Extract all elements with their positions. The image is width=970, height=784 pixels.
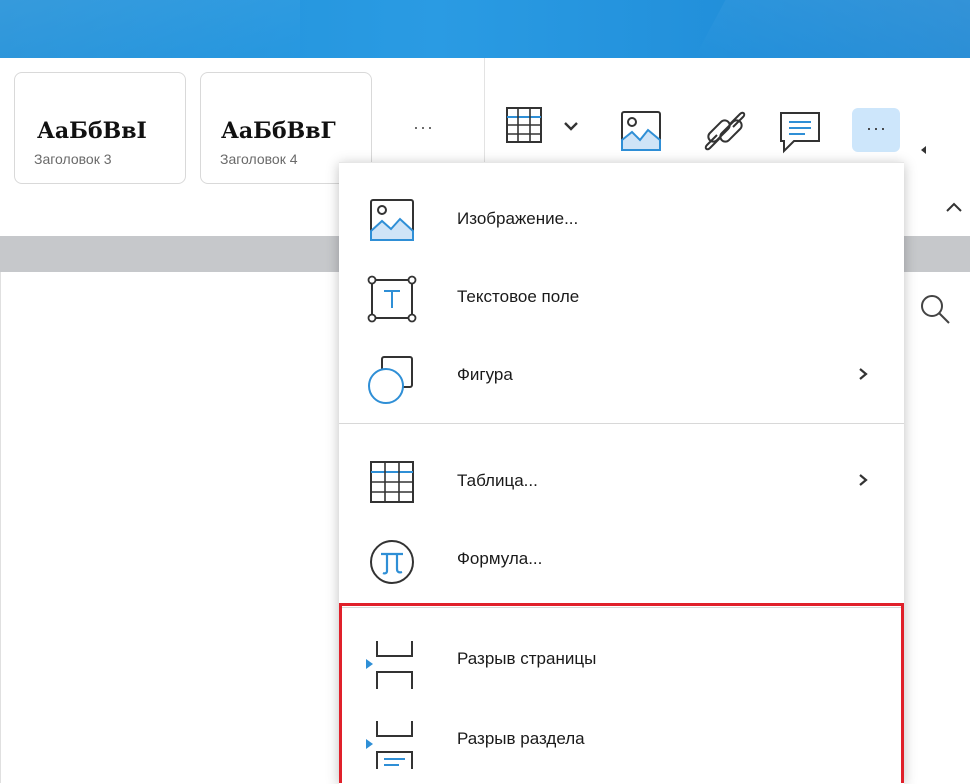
comment-icon[interactable] [778, 110, 822, 159]
image-icon [366, 197, 420, 245]
menu-item-table[interactable]: Таблица... [339, 441, 904, 521]
style-sample: АаБбВвI [37, 118, 147, 144]
style-card-heading-3[interactable]: АаБбВвI [14, 72, 186, 184]
section-break-icon [366, 717, 420, 769]
collapse-ribbon-icon[interactable] [944, 200, 964, 219]
menu-item-section-break[interactable]: Разрыв раздела [339, 699, 904, 779]
style-name: Заголовок 4 [220, 151, 298, 167]
styles-more-button[interactable]: ··· [413, 117, 434, 138]
image-icon[interactable] [620, 110, 662, 157]
search-icon[interactable] [918, 292, 954, 333]
more-button[interactable]: ··· [852, 108, 900, 152]
formula-icon [366, 537, 420, 585]
menu-item-page-break[interactable]: Разрыв страницы [339, 619, 904, 699]
table-icon [366, 459, 420, 507]
menu-separator [339, 423, 904, 424]
menu-item-label: Таблица... [457, 471, 538, 490]
insert-menu: Изображение... Текстовое поле Фигура Таб… [339, 162, 904, 784]
style-name: Заголовок 3 [34, 151, 112, 167]
menu-item-label: Текстовое поле [457, 287, 580, 306]
scroll-left-icon[interactable] [921, 146, 926, 154]
menu-item-label: Разрыв раздела [457, 729, 585, 748]
menu-item-shape[interactable]: Фигура [339, 335, 904, 415]
style-sample: АаБбВвГ [221, 118, 336, 144]
menu-item-label: Формула... [457, 549, 543, 568]
text-box-icon [366, 275, 420, 323]
right-pane [905, 272, 970, 783]
menu-item-image[interactable]: Изображение... [339, 179, 904, 259]
menu-item-formula[interactable]: Формула... [339, 519, 904, 599]
menu-item-label: Фигура [457, 365, 513, 384]
more-icon: ··· [866, 118, 887, 138]
table-icon[interactable] [505, 106, 585, 159]
chevron-right-icon [857, 366, 869, 387]
link-icon[interactable] [702, 108, 748, 159]
page-break-icon [366, 637, 420, 689]
shape-icon [366, 353, 420, 404]
title-bar [0, 0, 970, 58]
chevron-right-icon [857, 472, 869, 493]
menu-item-label: Разрыв страницы [457, 649, 597, 668]
menu-item-label: Изображение... [457, 209, 579, 228]
menu-separator [339, 607, 904, 608]
menu-item-text-box[interactable]: Текстовое поле [339, 257, 904, 337]
